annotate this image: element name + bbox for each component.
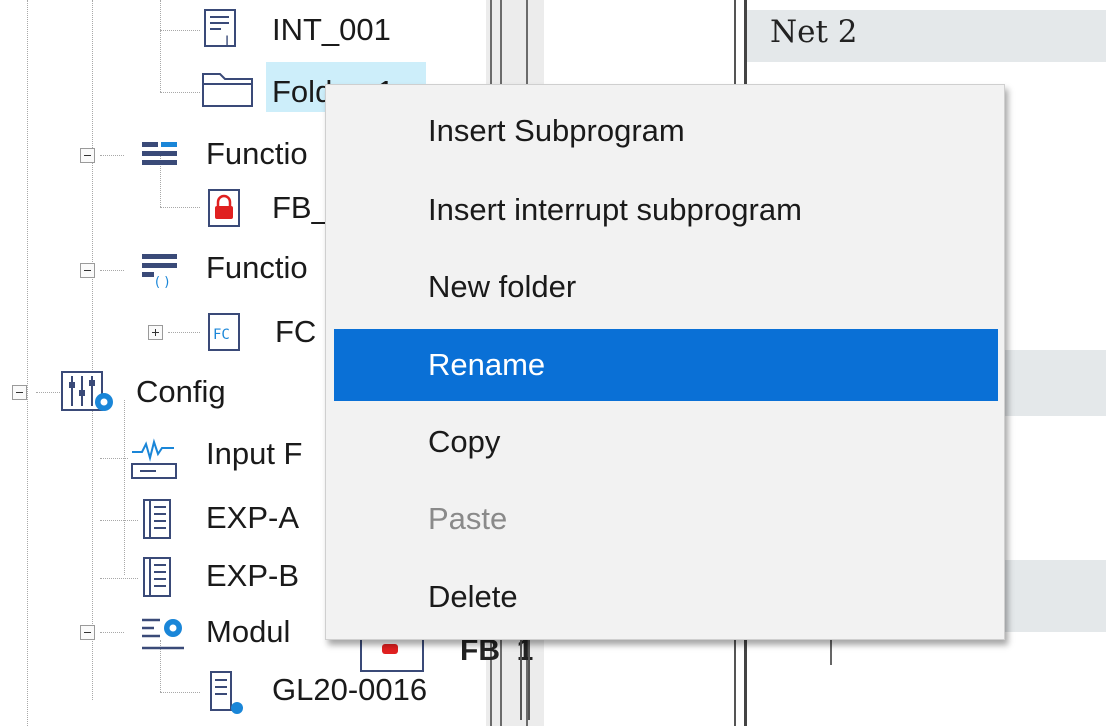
tree-item-input-filter[interactable]: Input F (206, 436, 303, 472)
obscured-block: FB_1 (360, 634, 660, 726)
tree-guide-line (124, 400, 125, 575)
menu-item-insert-interrupt-subprogram[interactable]: Insert interrupt subprogram (334, 174, 998, 246)
fc-icon: FC (207, 312, 243, 357)
tree-item-exp-b[interactable]: EXP-B (206, 558, 299, 594)
tree-item-functions[interactable]: Functio (206, 250, 308, 286)
tree-guide-line (27, 0, 28, 726)
tree-item-fc[interactable]: FC (275, 314, 316, 350)
collapse-toggle[interactable] (80, 148, 95, 163)
folder-icon (200, 68, 256, 115)
expand-toggle[interactable] (148, 325, 163, 340)
module-config-icon (140, 612, 190, 657)
menu-item-new-folder[interactable]: New folder (334, 251, 998, 323)
collapse-toggle[interactable] (12, 385, 27, 400)
tree-guide-line (92, 0, 93, 700)
collapse-toggle[interactable] (80, 263, 95, 278)
menu-item-copy[interactable]: Copy (334, 406, 998, 478)
tree-item-function-blocks[interactable]: Functio (206, 136, 308, 172)
expansion-module-icon (140, 498, 176, 545)
tree-item-fb[interactable]: FB_ (272, 190, 329, 226)
tree-item-exp-a[interactable]: EXP-A (206, 500, 299, 536)
network-title: Net 2 (770, 14, 858, 50)
tree-item-config[interactable]: Config (136, 374, 226, 410)
interrupt-program-icon: I (203, 8, 237, 55)
io-module-icon (205, 670, 247, 721)
menu-item-rename[interactable]: Rename (334, 329, 998, 401)
function-group-icon: ( ) (140, 250, 180, 295)
menu-item-paste: Paste (428, 501, 508, 536)
svg-text:( ): ( ) (155, 275, 169, 290)
context-menu: Insert Subprogram Insert interrupt subpr… (325, 84, 1005, 640)
expansion-module-icon (140, 556, 176, 603)
svg-text:I: I (225, 34, 229, 50)
tree-item-module[interactable]: Modul (206, 614, 290, 650)
collapse-toggle[interactable] (80, 625, 95, 640)
menu-item-insert-subprogram[interactable]: Insert Subprogram (334, 95, 998, 167)
svg-text:FC: FC (213, 327, 230, 343)
config-icon (60, 370, 122, 419)
function-block-group-icon (140, 138, 180, 175)
menu-item-delete[interactable]: Delete (334, 561, 998, 633)
input-filter-icon (128, 438, 180, 487)
locked-block-icon (207, 188, 241, 233)
tree-item-int001[interactable]: INT_001 (272, 12, 391, 48)
tree-guide-line (160, 0, 161, 92)
